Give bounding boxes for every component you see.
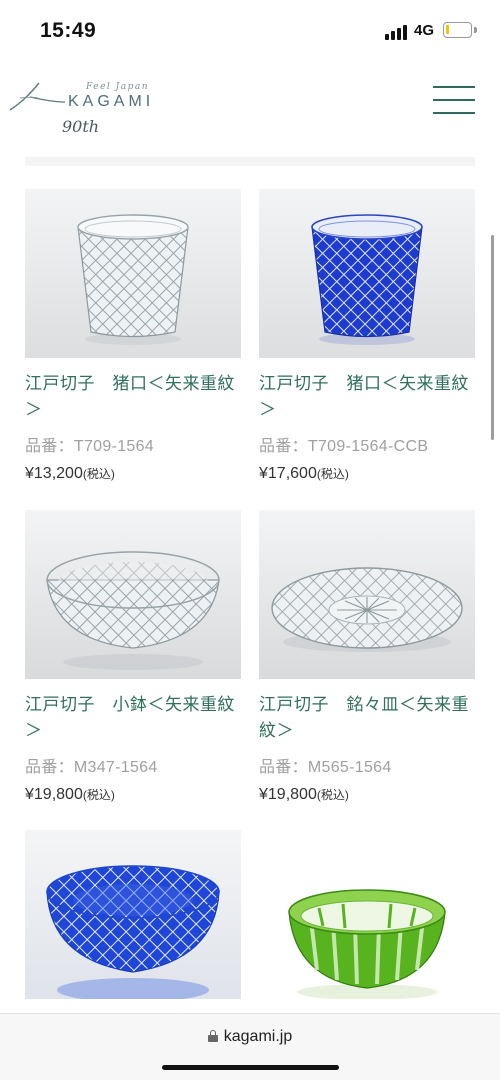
tax-label: (税込) (316, 467, 349, 481)
url-text: kagami.jp (223, 1028, 293, 1045)
product-code: 品番：T709-1564-CCB (259, 438, 429, 455)
tax-label: (税込) (82, 467, 115, 481)
product-code: 品番：M347-1564 (25, 759, 158, 776)
product-price: ¥17,600(税込) (259, 465, 349, 483)
product-price: ¥19,800(税込) (259, 786, 349, 804)
browser-address-bar[interactable]: kagami.jp (0, 1013, 500, 1080)
scroll-indicator[interactable] (491, 235, 494, 440)
price-value: ¥19,800 (259, 786, 317, 803)
product-image[interactable] (25, 830, 241, 999)
tax-label: (税込) (316, 788, 349, 802)
home-indicator[interactable] (162, 1065, 339, 1070)
product-price: ¥19,800(税込) (25, 786, 115, 804)
product-image[interactable] (259, 510, 475, 679)
tax-label: (税込) (82, 788, 115, 802)
product-code: 品番：M565-1564 (259, 759, 392, 776)
product-price: ¥13,200(税込) (25, 465, 115, 483)
product-name[interactable]: 江戸切子 猪口＜矢来重紋＞ (25, 371, 241, 423)
product-image[interactable] (25, 510, 241, 679)
lock-icon (207, 1030, 218, 1042)
product-name[interactable]: 江戸切子 猪口＜矢来重紋＞ (259, 371, 475, 423)
price-value: ¥17,600 (259, 465, 317, 482)
price-value: ¥13,200 (25, 465, 83, 482)
price-value: ¥19,800 (25, 786, 83, 803)
product-name[interactable]: 江戸切子 銘々皿＜矢来重紋＞ (259, 692, 475, 744)
product-code: 品番：T709-1564 (25, 438, 154, 455)
url-display[interactable]: kagami.jp (0, 1028, 500, 1046)
product-grid: 江戸切子 猪口＜矢来重紋＞ 品番：T709-1564 ¥13,200(税込) 江… (0, 0, 500, 1080)
product-image[interactable] (25, 189, 241, 358)
product-image[interactable] (259, 830, 475, 999)
product-image[interactable] (259, 189, 475, 358)
product-name[interactable]: 江戸切子 小鉢＜矢来重紋＞ (25, 692, 241, 744)
